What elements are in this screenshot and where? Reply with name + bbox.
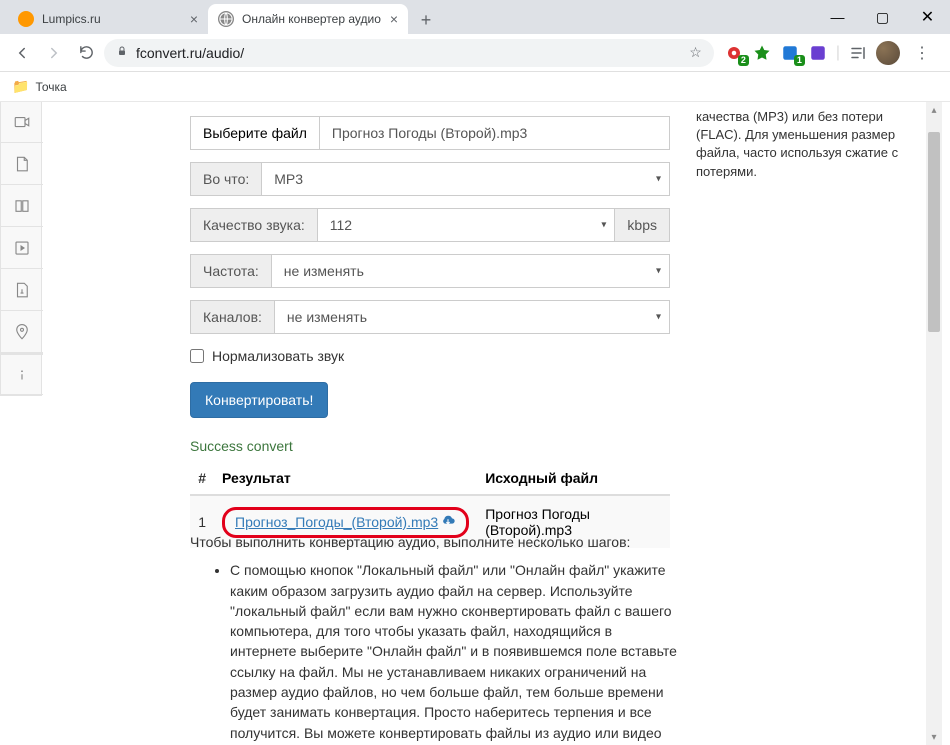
favicon-lumpics xyxy=(18,11,34,27)
channels-label: Каналов: xyxy=(191,301,275,333)
extension-icons: 2 1 | ⋮ xyxy=(718,39,942,67)
browser-toolbar: fconvert.ru/audio/ ☆ 2 1 | ⋮ xyxy=(0,34,950,72)
quality-label: Качество звука: xyxy=(191,209,318,241)
caret-down-icon: ▾ xyxy=(656,266,661,277)
window-maximize-button[interactable]: ▢ xyxy=(860,0,905,34)
window-close-button[interactable]: ✕ xyxy=(905,0,950,34)
sidebar-item-map[interactable] xyxy=(1,311,43,353)
reading-list-icon[interactable] xyxy=(848,43,868,63)
scroll-up-arrow[interactable]: ▴ xyxy=(926,102,942,118)
converter-form: Выберите файл Прогноз Погоды (Второй).mp… xyxy=(190,102,670,548)
channels-value: не изменять xyxy=(287,309,367,325)
caret-down-icon: ▾ xyxy=(656,174,661,185)
bookmark-item[interactable]: Точка xyxy=(35,80,66,94)
nav-back-button[interactable] xyxy=(8,39,36,67)
channels-select[interactable]: Каналов: не изменять ▾ xyxy=(190,300,670,334)
profile-avatar[interactable] xyxy=(876,41,900,65)
frequency-select[interactable]: Частота: не изменять ▾ xyxy=(190,254,670,288)
quality-select[interactable]: Качество звука: 112 ▾ kbps xyxy=(190,208,670,242)
nav-reload-button[interactable] xyxy=(72,39,100,67)
caret-down-icon: ▾ xyxy=(656,312,661,323)
new-tab-button[interactable]: + xyxy=(412,6,440,34)
window-minimize-button[interactable]: — xyxy=(815,0,860,34)
cloud-download-icon[interactable] xyxy=(440,514,456,531)
folder-icon: 📁 xyxy=(12,78,29,95)
bookmark-star-icon[interactable]: ☆ xyxy=(689,44,702,61)
browser-tab-fconvert[interactable]: Онлайн конвертер аудио × xyxy=(208,4,408,34)
format-select[interactable]: Во что: MP3 ▾ xyxy=(190,162,670,196)
url-text: fconvert.ru/audio/ xyxy=(136,45,681,61)
caret-down-icon: ▾ xyxy=(601,220,606,231)
left-sidebar xyxy=(0,102,42,396)
instructions-lead: Чтобы выполнить конвертацию аудио, выпол… xyxy=(190,532,680,552)
extension-icon-1[interactable]: 2 xyxy=(724,43,744,63)
sidebar-item-book[interactable] xyxy=(1,185,43,227)
quality-value: 112 xyxy=(330,217,352,233)
success-message: Success convert xyxy=(190,438,670,454)
choose-file-button[interactable]: Выберите файл xyxy=(190,116,320,150)
format-value: MP3 xyxy=(274,171,303,187)
tab-title: Онлайн конвертер аудио xyxy=(242,12,382,26)
favicon-globe xyxy=(218,11,234,27)
extension-icon-2[interactable] xyxy=(752,43,772,63)
address-bar[interactable]: fconvert.ru/audio/ ☆ xyxy=(104,39,714,67)
lock-icon xyxy=(116,45,128,60)
nav-forward-button[interactable] xyxy=(40,39,68,67)
extension-icon-4[interactable] xyxy=(808,43,828,63)
convert-button[interactable]: Конвертировать! xyxy=(190,382,328,418)
sidebar-item-video[interactable] xyxy=(1,102,43,143)
bookmarks-bar: 📁 Точка xyxy=(0,72,950,102)
instructions-item: С помощью кнопок "Локальный файл" или "О… xyxy=(230,560,680,745)
frequency-value: не изменять xyxy=(284,263,364,279)
close-icon[interactable]: × xyxy=(190,11,198,27)
sidebar-item-document[interactable] xyxy=(1,143,43,185)
tab-title: Lumpics.ru xyxy=(42,12,182,26)
sidebar-item-archive[interactable] xyxy=(1,269,43,311)
normalize-label: Нормализовать звук xyxy=(212,348,344,364)
col-number: # xyxy=(190,462,214,495)
browser-tab-lumpics[interactable]: Lumpics.ru × xyxy=(8,4,208,34)
scroll-down-arrow[interactable]: ▾ xyxy=(926,729,942,745)
col-source: Исходный файл xyxy=(477,462,670,495)
frequency-label: Частота: xyxy=(191,255,272,287)
browser-menu-button[interactable]: ⋮ xyxy=(908,39,936,67)
vertical-scrollbar[interactable]: ▴ ▾ xyxy=(926,102,942,745)
sidebar-item-audio[interactable] xyxy=(1,227,43,269)
normalize-checkbox[interactable] xyxy=(190,349,204,363)
col-result: Результат xyxy=(214,462,477,495)
extension-badge: 1 xyxy=(794,55,805,66)
quality-unit: kbps xyxy=(614,209,669,241)
download-link[interactable]: Прогноз_Погоды_(Второй).mp3 xyxy=(235,514,438,530)
extension-icon-3[interactable]: 1 xyxy=(780,43,800,63)
chosen-file-label: Прогноз Погоды (Второй).mp3 xyxy=(320,116,670,150)
normalize-checkbox-row[interactable]: Нормализовать звук xyxy=(190,348,670,364)
sidebar-item-info[interactable] xyxy=(1,353,43,395)
right-sidebar-text: качества (MP3) или без потери (FLAC). Дл… xyxy=(692,102,908,187)
extension-badge: 2 xyxy=(738,55,749,66)
scrollbar-thumb[interactable] xyxy=(928,132,940,332)
browser-tabstrip: Lumpics.ru × Онлайн конвертер аудио × + … xyxy=(0,0,950,34)
page-content: Выберите файл Прогноз Погоды (Второй).mp… xyxy=(0,102,950,745)
format-label: Во что: xyxy=(191,163,262,195)
instructions: Чтобы выполнить конвертацию аудио, выпол… xyxy=(190,532,680,745)
close-icon[interactable]: × xyxy=(390,11,398,27)
